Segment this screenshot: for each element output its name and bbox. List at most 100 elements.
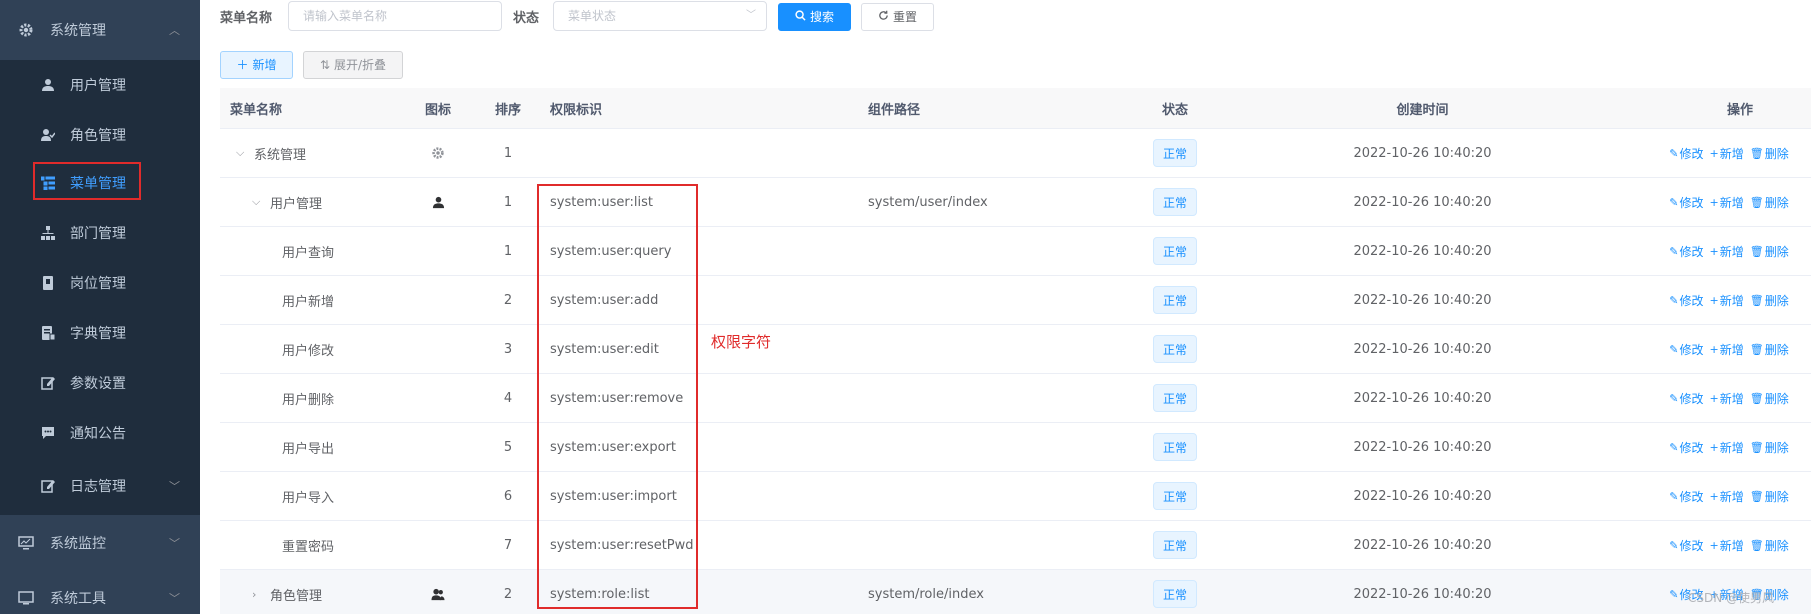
icon-cell bbox=[418, 325, 458, 373]
table-row[interactable]: › 角色管理 2 system:role:list system/role/index 正… bbox=[220, 570, 1811, 614]
add-child-button[interactable]: + 新增 bbox=[1710, 341, 1744, 358]
table-row[interactable]: 用户导出 5 system:user:export 正常 2022-10-26 10:4… bbox=[220, 423, 1811, 472]
add-child-button-label: 新增 bbox=[1719, 538, 1744, 553]
menu-name: 用户管理 bbox=[270, 196, 323, 212]
edit-button[interactable]: ✎ 修改 bbox=[1669, 243, 1703, 260]
edit-button-label: 修改 bbox=[1679, 244, 1704, 259]
sidebar-item-role[interactable]: 角色管理 bbox=[0, 110, 200, 160]
delete-button[interactable]: 🗑 删除 bbox=[1750, 537, 1789, 554]
gear-icon bbox=[418, 129, 458, 177]
edit-button[interactable]: ✎ 修改 bbox=[1669, 537, 1703, 554]
sidebar-item-log[interactable]: 日志管理 ﹀ bbox=[0, 461, 200, 511]
table-row[interactable]: 用户查询 1 system:user:query 正常 2022-10-26 10:40… bbox=[220, 227, 1811, 276]
order-cell: 1 bbox=[503, 243, 513, 259]
delete-button[interactable]: 🗑 删除 bbox=[1750, 390, 1789, 407]
edit-button-label: 修改 bbox=[1679, 146, 1704, 161]
status-cell: 正常 bbox=[1150, 325, 1200, 373]
table-row[interactable]: ⌵ 用户管理 1 system:user:list system/user/index 正… bbox=[220, 178, 1811, 227]
chevron-down-icon[interactable]: ⌵ bbox=[252, 195, 266, 209]
reset-button[interactable]: 重置 bbox=[861, 3, 934, 31]
plus-icon: + bbox=[1709, 342, 1719, 356]
delete-button[interactable]: 🗑 删除 bbox=[1750, 341, 1789, 358]
table-row[interactable]: ⌵ 系统管理 1 正常 2022-10-26 10:40:20 ✎ 修改 + 新增 🗑 删除 bbox=[220, 129, 1811, 178]
table-row[interactable]: 重置密码 7 system:user:resetPwd 正常 2022-10-26 10… bbox=[220, 521, 1811, 570]
add-button[interactable]: ＋ 新增 bbox=[220, 51, 293, 79]
edit-icon: ✎ bbox=[1669, 195, 1679, 209]
trash-icon: 🗑 bbox=[1749, 146, 1764, 160]
sidebar-group-tool[interactable]: 系统工具 ﹀ bbox=[0, 570, 200, 614]
sidebar-item-label: 通知公告 bbox=[70, 426, 126, 442]
order-cell: 6 bbox=[503, 488, 513, 504]
edit-button[interactable]: ✎ 修改 bbox=[1669, 390, 1703, 407]
monitor-icon bbox=[18, 535, 34, 551]
trash-icon: 🗑 bbox=[1749, 342, 1764, 356]
chevron-down-icon[interactable]: ⌵ bbox=[236, 146, 250, 160]
order-cell: 5 bbox=[503, 439, 513, 455]
trash-icon: 🗑 bbox=[1749, 391, 1764, 405]
table-row[interactable]: 用户修改 3 system:user:edit 正常 2022-10-26 10:40:… bbox=[220, 325, 1811, 374]
sidebar-group-monitor[interactable]: 系统监控 ﹀ bbox=[0, 514, 200, 570]
delete-button[interactable]: 🗑 删除 bbox=[1750, 488, 1789, 505]
sidebar-group-label: 系统监控 bbox=[50, 535, 106, 552]
menu-name-cell: 用户新增 bbox=[282, 276, 334, 324]
edit-button[interactable]: ✎ 修改 bbox=[1669, 194, 1703, 211]
edit-button-label: 修改 bbox=[1679, 391, 1704, 406]
search-button-label: 搜索 bbox=[809, 10, 834, 24]
peoples-icon bbox=[40, 127, 56, 143]
edit-button[interactable]: ✎ 修改 bbox=[1669, 292, 1703, 309]
edit-button[interactable]: ✎ 修改 bbox=[1669, 145, 1703, 162]
add-child-button[interactable]: + 新增 bbox=[1710, 243, 1744, 260]
edit-button[interactable]: ✎ 修改 bbox=[1669, 488, 1703, 505]
delete-button[interactable]: 🗑 删除 bbox=[1750, 194, 1789, 211]
status-badge: 正常 bbox=[1152, 188, 1197, 216]
created-time-cell: 2022-10-26 10:40:20 bbox=[1353, 341, 1492, 357]
status-cell: 正常 bbox=[1150, 570, 1200, 614]
sidebar-item-label: 部门管理 bbox=[70, 226, 126, 242]
search-button[interactable]: 搜索 bbox=[778, 3, 851, 31]
sidebar-item-label: 日志管理 bbox=[70, 479, 126, 495]
table-row[interactable]: 用户导入 6 system:user:import 正常 2022-10-26 10:4… bbox=[220, 472, 1811, 521]
sidebar-group-system[interactable]: 系统管理 ︿ bbox=[0, 0, 200, 60]
delete-button[interactable]: 🗑 删除 bbox=[1750, 145, 1789, 162]
edit-button[interactable]: ✎ 修改 bbox=[1669, 439, 1703, 456]
plus-icon: + bbox=[1709, 538, 1719, 552]
delete-button[interactable]: 🗑 删除 bbox=[1750, 292, 1789, 309]
table-row[interactable]: 用户删除 4 system:user:remove 正常 2022-10-26 10:4… bbox=[220, 374, 1811, 423]
edit-icon: ✎ bbox=[1669, 342, 1679, 356]
sidebar-item-user[interactable]: 用户管理 bbox=[0, 60, 200, 110]
delete-button[interactable]: 🗑 删除 bbox=[1750, 439, 1789, 456]
status-badge: 正常 bbox=[1152, 580, 1197, 608]
expand-collapse-button[interactable]: ⇅ 展开/折叠 bbox=[303, 51, 403, 79]
order-cell: 2 bbox=[503, 292, 513, 308]
add-child-button[interactable]: + 新增 bbox=[1710, 537, 1744, 554]
add-child-button-label: 新增 bbox=[1719, 195, 1744, 210]
column-header: 排序 bbox=[494, 102, 521, 118]
status-select[interactable]: 菜单状态 ﹀ bbox=[553, 1, 767, 31]
order-cell: 7 bbox=[503, 537, 513, 553]
trash-icon: 🗑 bbox=[1749, 489, 1764, 503]
peoples-icon bbox=[418, 570, 458, 614]
table-row[interactable]: 用户新增 2 system:user:add 正常 2022-10-26 10:40:2… bbox=[220, 276, 1811, 325]
chevron-right-icon[interactable]: › bbox=[252, 588, 266, 601]
add-child-button-label: 新增 bbox=[1719, 244, 1744, 259]
add-child-button[interactable]: + 新增 bbox=[1710, 488, 1744, 505]
edit-button-label: 修改 bbox=[1679, 342, 1704, 357]
edit-button[interactable]: ✎ 修改 bbox=[1669, 341, 1703, 358]
sidebar-item-label: 用户管理 bbox=[70, 78, 126, 94]
menu-name-input[interactable]: 请输入菜单名称 bbox=[288, 1, 502, 31]
trash-icon: 🗑 bbox=[1749, 244, 1764, 258]
sidebar-item-notice[interactable]: 通知公告 bbox=[0, 408, 200, 458]
add-child-button[interactable]: + 新增 bbox=[1710, 145, 1744, 162]
add-child-button[interactable]: + 新增 bbox=[1710, 439, 1744, 456]
status-badge: 正常 bbox=[1152, 335, 1197, 363]
add-child-button[interactable]: + 新增 bbox=[1710, 194, 1744, 211]
sidebar-item-config[interactable]: 参数设置 bbox=[0, 358, 200, 408]
sidebar-item-dept[interactable]: 部门管理 bbox=[0, 208, 200, 258]
sidebar-item-post[interactable]: 岗位管理 bbox=[0, 258, 200, 308]
plus-icon: + bbox=[1709, 195, 1719, 209]
add-child-button[interactable]: + 新增 bbox=[1710, 390, 1744, 407]
chevron-down-icon: ﹀ bbox=[169, 536, 180, 550]
sidebar-item-dict[interactable]: 字典管理 bbox=[0, 308, 200, 358]
add-child-button[interactable]: + 新增 bbox=[1710, 292, 1744, 309]
delete-button[interactable]: 🗑 删除 bbox=[1750, 243, 1789, 260]
